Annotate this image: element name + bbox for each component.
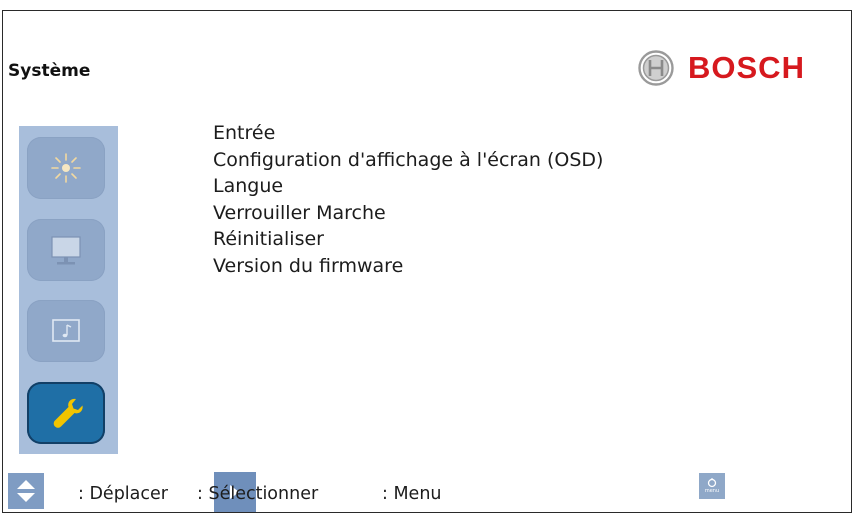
monitor-icon bbox=[51, 236, 81, 265]
wrench-icon bbox=[53, 398, 83, 428]
music-note-icon bbox=[52, 319, 80, 342]
hint-menu: : Menu bbox=[382, 484, 442, 504]
sun-icon bbox=[51, 153, 81, 183]
page-title: Système bbox=[8, 61, 91, 81]
footer-hints: : Déplacer : Sélectionner : Menu menu bbox=[0, 470, 857, 514]
menu-item-verrouiller-marche[interactable]: Verrouiller Marche bbox=[213, 200, 603, 227]
system-menu: Entrée Configuration d'affichage à l'écr… bbox=[213, 120, 603, 279]
menu-icon-label: menu bbox=[704, 488, 720, 494]
menu-item-version-firmware[interactable]: Version du firmware bbox=[213, 253, 603, 280]
sidebar-item-brightness[interactable] bbox=[27, 137, 105, 199]
sidebar-item-audio[interactable] bbox=[27, 300, 105, 362]
sidebar-item-system[interactable] bbox=[27, 382, 105, 444]
brand: BOSCH bbox=[638, 50, 805, 86]
menu-item-reinitialiser[interactable]: Réinitialiser bbox=[213, 226, 603, 253]
sidebar bbox=[19, 126, 118, 454]
menu-item-osd-config[interactable]: Configuration d'affichage à l'écran (OSD… bbox=[213, 147, 603, 174]
hint-move: : Déplacer bbox=[78, 484, 168, 504]
menu-button-icon: menu bbox=[699, 473, 725, 499]
bosch-logo-icon bbox=[638, 50, 674, 86]
menu-item-langue[interactable]: Langue bbox=[213, 173, 603, 200]
menu-item-entree[interactable]: Entrée bbox=[213, 120, 603, 147]
sidebar-item-display[interactable] bbox=[27, 219, 105, 281]
up-down-arrows-icon bbox=[8, 473, 44, 509]
brand-name: BOSCH bbox=[688, 50, 805, 85]
hint-select: : Sélectionner bbox=[197, 484, 319, 504]
